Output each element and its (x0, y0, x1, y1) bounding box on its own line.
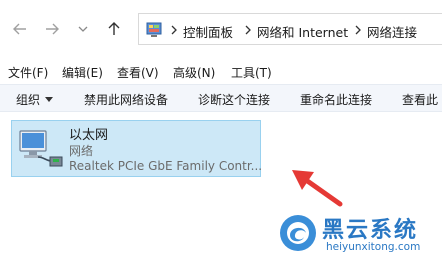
connection-device: Realtek PCIe GbE Family Contr... (69, 159, 263, 173)
menu-advanced[interactable]: 高级(N) (173, 64, 215, 81)
breadcrumb-network-connections[interactable]: 网络连接 (367, 22, 417, 41)
organize-button[interactable]: 组织 (16, 91, 40, 108)
menu-bar: 文件(F) 编辑(E) 查看(V) 高级(N) 工具(T) (0, 58, 442, 84)
command-bar: 组织 禁用此网络设备 诊断这个连接 重命名此连接 查看此 (0, 84, 442, 112)
menu-view[interactable]: 查看(V) (117, 64, 159, 81)
menu-edit[interactable]: 编辑(E) (62, 64, 103, 81)
breadcrumb-separator-icon (245, 25, 251, 35)
breadcrumb-network-internet[interactable]: 网络和 Internet (257, 22, 348, 41)
connection-name: 以太网 (69, 128, 109, 143)
back-button[interactable] (10, 18, 30, 40)
ethernet-connection-item[interactable]: 以太网 网络 Realtek PCIe GbE Family Contr... (11, 120, 263, 177)
watermark-logo-icon (280, 215, 316, 251)
watermark-title: 黑云系统 (322, 218, 419, 243)
window: 控制面板 网络和 Internet 网络连接 文件(F) 编辑(E) 查看(V)… (0, 0, 442, 258)
view-status-button[interactable]: 查看此 (402, 91, 438, 108)
red-arrow-icon (292, 170, 343, 207)
menu-file[interactable]: 文件(F) (8, 64, 48, 81)
rename-button[interactable]: 重命名此连接 (300, 91, 372, 108)
chevron-down-icon (78, 26, 88, 32)
diagnose-button[interactable]: 诊断这个连接 (198, 91, 270, 108)
forward-arrow-icon (46, 23, 59, 35)
address-bar[interactable]: 控制面板 网络和 Internet 网络连接 (138, 13, 442, 45)
navigation-bar: 控制面板 网络和 Internet 网络连接 (0, 0, 442, 58)
back-arrow-icon (13, 23, 26, 35)
breadcrumb-separator-icon (171, 25, 177, 35)
breadcrumb-control-panel[interactable]: 控制面板 (183, 22, 233, 41)
watermark-url: heiyunxitong.com (326, 241, 421, 253)
connection-type: 网络 (69, 144, 94, 158)
control-panel-icon (146, 22, 162, 37)
disable-device-button[interactable]: 禁用此网络设备 (84, 91, 168, 108)
menu-tools[interactable]: 工具(T) (231, 64, 272, 81)
organize-dropdown-icon[interactable] (45, 97, 53, 102)
forward-button[interactable] (42, 18, 62, 40)
recent-locations-button[interactable] (76, 18, 90, 40)
up-arrow-icon (108, 22, 120, 35)
network-adapter-icon (19, 130, 63, 167)
breadcrumb-separator-icon (355, 25, 361, 35)
up-button[interactable] (104, 18, 124, 40)
